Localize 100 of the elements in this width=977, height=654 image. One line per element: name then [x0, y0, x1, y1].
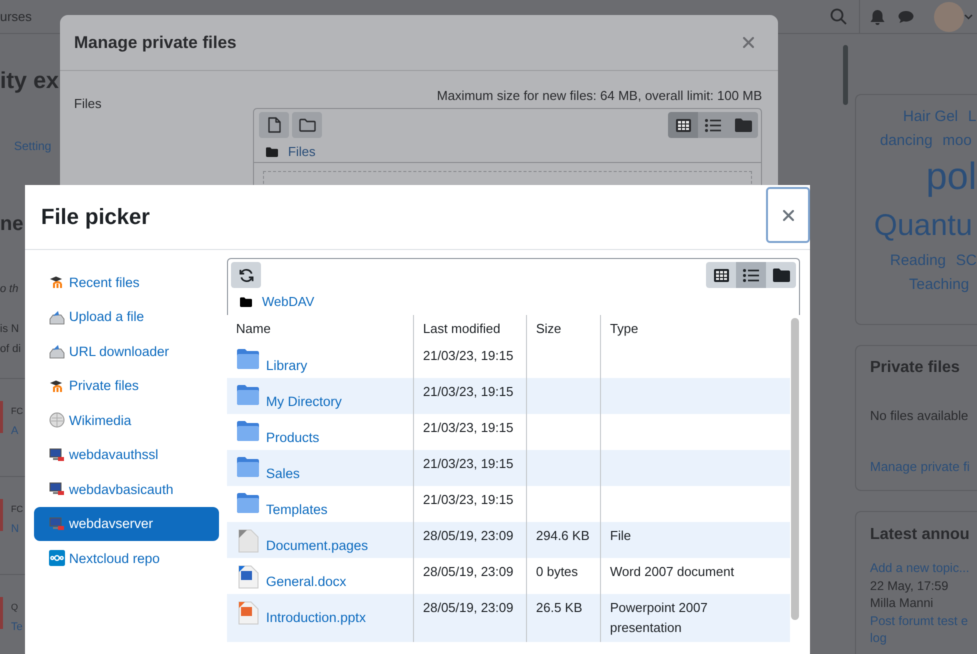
caret-icon[interactable]: [964, 14, 973, 20]
activity-type-label: FC: [11, 405, 23, 417]
mortarboard-icon: [49, 378, 65, 393]
folder-icon: [772, 268, 790, 282]
section-heading: ne: [0, 212, 24, 236]
file-name-link[interactable]: Templates: [266, 502, 328, 518]
activity-type-label: FC: [11, 503, 23, 515]
intro-text: is N: [0, 322, 19, 336]
empty-message: No files available: [870, 408, 970, 424]
folder-icon: [236, 348, 260, 370]
column-header[interactable]: Type: [601, 315, 790, 342]
repository-item[interactable]: Recent files: [34, 265, 219, 300]
activity-type-label: Q: [11, 601, 18, 613]
refresh-button[interactable]: [231, 262, 261, 288]
folder-icon: [236, 420, 260, 442]
announcement-text: Milla Manni: [870, 595, 934, 612]
monitor-icon: [49, 481, 65, 498]
table-row[interactable]: Introduction.pptx 28/05/19, 23:09 26.5 KB Powerpoint 2007 presentation: [227, 594, 790, 642]
view-toggle-button[interactable]: [698, 112, 728, 138]
circles-icon: [49, 550, 65, 566]
folder-icon: [734, 118, 752, 132]
list-icon: [743, 268, 759, 282]
folder-icon: [266, 147, 278, 157]
block-title: Latest annou: [870, 525, 971, 545]
table-cell: 294.6 KB: [527, 522, 601, 558]
repository-item[interactable]: webdavbasicauth: [34, 472, 219, 506]
nav-link[interactable]: urses: [0, 9, 32, 24]
close-icon: [743, 37, 754, 48]
create-folder-button[interactable]: [292, 112, 322, 138]
table-cell-text: Powerpoint 2007 presentation: [609, 599, 709, 637]
tray-arrow-icon: [49, 343, 65, 360]
table-cell-text: Word 2007 document: [609, 563, 736, 581]
document-icon: [236, 528, 260, 554]
monitor-icon: [49, 516, 65, 532]
repository-item[interactable]: Upload a file: [34, 300, 219, 334]
table-cell: 21/03/23, 19:15: [414, 378, 527, 414]
search-icon[interactable]: [830, 8, 847, 25]
column-header[interactable]: Last modified: [414, 315, 527, 342]
monitor-icon: [49, 446, 65, 463]
block-title: Private files: [870, 358, 961, 378]
scrollbar-thumb[interactable]: [791, 318, 799, 620]
breadcrumb-link[interactable]: Files: [288, 144, 316, 160]
view-toggle-button[interactable]: [668, 112, 698, 138]
dialog-title: Manage private files: [74, 32, 237, 52]
new-folder-icon: [298, 118, 316, 132]
table-row[interactable]: Sales 21/03/23, 19:15: [227, 450, 790, 486]
view-toggle-button[interactable]: [766, 262, 796, 288]
file-name-link[interactable]: My Directory: [266, 394, 342, 410]
file-name-link[interactable]: Document.pages: [266, 538, 368, 554]
chat-bubble-icon[interactable]: [898, 10, 914, 24]
list-icon: [705, 118, 721, 132]
folder-icon: [236, 384, 260, 406]
repository-item[interactable]: webdavserver: [34, 506, 219, 541]
announcement-text: 22 May, 17:59: [870, 578, 950, 595]
intro-text: of di: [0, 342, 21, 356]
activity-icon: [0, 401, 3, 433]
file-name-link[interactable]: Introduction.pptx: [266, 610, 366, 626]
field-label: Files: [74, 96, 102, 111]
activity-icon: [0, 499, 3, 531]
page-heading: ity ex: [0, 66, 59, 94]
close-icon: [782, 210, 794, 220]
view-toggle-button[interactable]: [728, 112, 758, 138]
table-cell: 28/05/19, 23:09: [414, 594, 527, 642]
repository-item[interactable]: webdavauthssl: [34, 438, 219, 472]
close-button[interactable]: [766, 187, 810, 243]
intro-text: o th: [0, 282, 18, 296]
activity-icon: [0, 597, 3, 629]
repository-item[interactable]: Wikimedia: [34, 403, 219, 438]
folder-icon: [240, 297, 252, 307]
presentation-icon: [236, 600, 260, 626]
repository-item[interactable]: Nextcloud repo: [34, 541, 219, 576]
column-header[interactable]: Size: [527, 315, 601, 342]
view-toggle-button[interactable]: [736, 262, 766, 288]
dialog-title: File picker: [40, 203, 150, 231]
table-cell-text: File: [609, 527, 632, 545]
table-row[interactable]: Document.pages 28/05/19, 23:09 294.6 KB File: [227, 522, 790, 558]
table-cell: 21/03/23, 19:15: [414, 450, 527, 486]
column-header[interactable]: Name: [227, 315, 414, 342]
file-name-link[interactable]: General.docx: [266, 574, 346, 590]
new-file-icon: [267, 117, 281, 133]
size-limit-text: Maximum size for new files: 64 MB, overall limit: 100 MB: [436, 88, 762, 104]
folder-icon: [236, 492, 260, 514]
table-cell: 28/05/19, 23:09: [414, 522, 527, 558]
grid-icon: [714, 268, 728, 282]
table-row[interactable]: My Directory 21/03/23, 19:15: [227, 378, 790, 414]
add-file-button[interactable]: [259, 112, 289, 138]
view-toggle-button[interactable]: [706, 262, 736, 288]
file-name-link[interactable]: Products: [266, 430, 320, 446]
file-name-link[interactable]: Sales: [266, 466, 300, 482]
table-cell: 26.5 KB: [527, 594, 601, 642]
breadcrumb-link[interactable]: WebDAV: [262, 294, 314, 310]
folder-icon: [236, 456, 260, 478]
bell-icon[interactable]: [870, 8, 885, 24]
grid-icon: [676, 118, 690, 132]
refresh-icon: [238, 268, 254, 282]
repository-item[interactable]: URL downloader: [34, 334, 219, 368]
repository-item[interactable]: Private files: [34, 368, 219, 403]
word-document-icon: [236, 564, 260, 590]
file-name-link[interactable]: Library: [266, 358, 308, 374]
scrollbar-thumb[interactable]: [843, 45, 848, 105]
